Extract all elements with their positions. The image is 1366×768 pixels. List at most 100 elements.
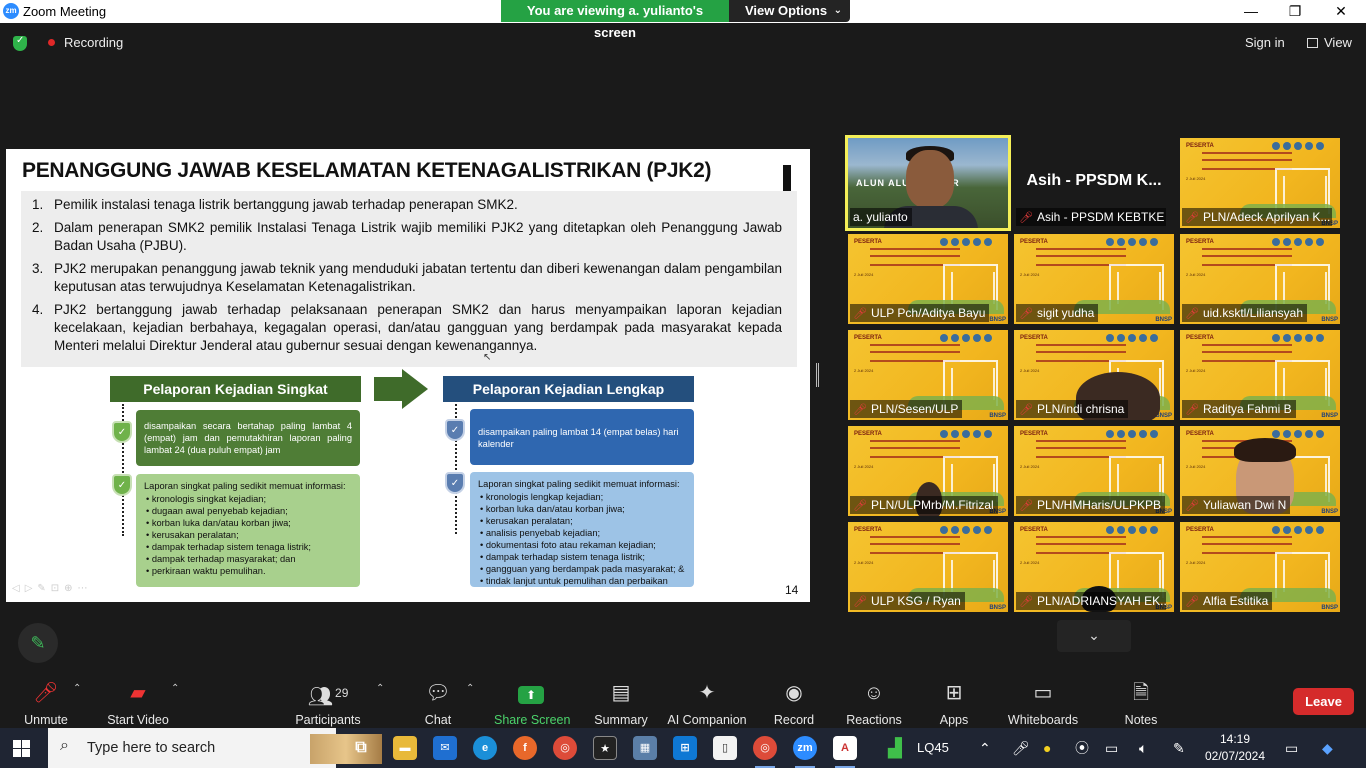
video-tile[interactable]: PESERTA 2 Juli 2024 BNSP 🎤︎ Yuliawan Dwi N: [1180, 426, 1340, 516]
battery-icon[interactable]: ▭: [1105, 728, 1118, 768]
tile-slide-date: 2 Juli 2024: [854, 464, 874, 469]
taskbar-search[interactable]: ⌕ Type here to search: [48, 728, 382, 768]
close-button[interactable]: ✕: [1318, 0, 1364, 22]
video-tile[interactable]: PESERTA2 Juli 2024 BNSP 🎤︎PLN/HMHaris/UL…: [1014, 426, 1174, 516]
clock-time: 14:19: [1219, 732, 1251, 746]
tile-slide-date: 2 Juli 2024: [854, 368, 874, 373]
reactions-button[interactable]: ☺ Reactions: [844, 680, 904, 727]
sign-in-button[interactable]: Sign in: [1245, 35, 1285, 50]
muted-mic-icon: 🎤︎: [1185, 212, 1199, 224]
chrome-profile-icon[interactable]: ◎: [753, 736, 777, 768]
video-tile[interactable]: PESERTA 2 Juli 2024 BNSP 🎤︎ PLN/indi chris…: [1014, 330, 1174, 420]
notes-label: Notes: [1124, 713, 1158, 727]
video-options-caret[interactable]: ⌃: [171, 683, 179, 694]
chat-button[interactable]: 💬︎ Chat: [418, 680, 458, 727]
video-tile[interactable]: PESERTA 2 Juli 2024 BNSP 🎤︎ ULP KSG / Ryan: [848, 522, 1008, 612]
participants-label: Participants: [295, 713, 361, 727]
participant-hair: [1234, 438, 1296, 462]
notes-button[interactable]: 🗎 Notes: [1122, 680, 1160, 727]
chat-options-caret[interactable]: ⌃: [466, 683, 474, 694]
video-tile[interactable]: PESERTA2 Juli 2024 BNSP 🎤︎PLN/ADRIANSYAH…: [1014, 522, 1174, 612]
start-video-button[interactable]: ▰ Start Video: [104, 680, 172, 727]
notifications-icon[interactable]: ▭: [1285, 728, 1298, 768]
unmute-button[interactable]: 🎤︎ Unmute: [18, 680, 74, 727]
muted-mic-icon: 🎤︎: [853, 308, 867, 320]
participants-button[interactable]: 👥︎ 29 Participants: [294, 680, 362, 727]
shared-screen[interactable]: PENANGGUNG JAWAB KESELAMATAN KETENAGALIS…: [6, 149, 810, 602]
participants-options-caret[interactable]: ⌃: [376, 683, 384, 694]
tile-slide-label: PESERTA: [854, 527, 882, 533]
encryption-shield-icon[interactable]: [13, 35, 27, 51]
apps-icon: ⊞: [945, 682, 963, 704]
camera-icon[interactable]: ⦿: [1075, 728, 1089, 768]
participant-name: 🎤︎ PLN/ADRIANSYAH EK...: [1016, 592, 1166, 610]
task-view-icon[interactable]: ⧉: [349, 736, 373, 760]
search-placeholder: Type here to search: [87, 740, 216, 756]
firefox-icon[interactable]: f: [513, 736, 537, 760]
apps-button[interactable]: ⊞ Apps: [936, 680, 972, 727]
edge-browser-icon[interactable]: e: [473, 736, 497, 760]
windows-taskbar: ⌕ Type here to search ⧉ ▬ ✉ e f ◎ ★ ▦ ⊞ …: [0, 728, 1366, 768]
slide-controls[interactable]: ◁▷✎⊡⊕⋯: [12, 583, 93, 594]
zoom-app-icon[interactable]: zm: [793, 736, 817, 768]
microphone-icon[interactable]: 🎤︎: [1012, 728, 1030, 768]
video-tile[interactable]: PESERTA 2 Juli 2024 BNSP 🎤︎ PLN/Sesen/ULP: [848, 330, 1008, 420]
taskbar-clock[interactable]: 14:19 02/07/2024: [1203, 731, 1267, 765]
windows-start-icon[interactable]: [13, 740, 30, 757]
short-report-header: Pelaporan Kejadian Singkat: [110, 376, 361, 402]
tile-slide-date: 2 Juli 2024: [1020, 560, 1040, 565]
muted-mic-icon: 🎤︎: [853, 596, 867, 608]
tile-slide-label: PESERTA: [1186, 239, 1214, 245]
whiteboards-button[interactable]: ▭ Whiteboards: [1007, 680, 1079, 727]
video-tile[interactable]: PESERTA 2 Juli 2024 BNSP 🎤︎ sigit yudha: [1014, 234, 1174, 324]
participant-name: 🎤︎ PLN/indi chrisna: [1016, 400, 1129, 418]
summary-button[interactable]: ▤ Summary: [592, 680, 650, 727]
gallery-next-page-button[interactable]: ⌄: [1057, 620, 1131, 652]
video-tile[interactable]: PESERTA 2 Juli 2024 BNSP 🎤︎ PLN/ULPMrb/M.F…: [848, 426, 1008, 516]
chrome-icon[interactable]: ◎: [553, 736, 577, 760]
video-tile[interactable]: PESERTA 2 Juli 2024 BNSP 🎤︎ ULP Pch/Aditya…: [848, 234, 1008, 324]
recording-label[interactable]: Recording: [64, 35, 123, 50]
video-tile-active-speaker[interactable]: ALUN ALUN BOGOR a. yulianto: [845, 135, 1011, 231]
video-tile[interactable]: PESERTA 2 Juli 2024 BNSP 🎤︎ Raditya Fahmi …: [1180, 330, 1340, 420]
resize-handle[interactable]: [816, 363, 819, 387]
sponsor-logos: [1272, 238, 1334, 246]
video-tile[interactable]: PESERTA 2 Juli 2024 BNSP 🎤︎ uid.ksktl/Lili…: [1180, 234, 1340, 324]
volume-icon[interactable]: 🔈︎: [1139, 728, 1147, 768]
pdf-reader-icon[interactable]: A: [833, 736, 857, 768]
record-button[interactable]: ◉ Record: [771, 680, 817, 727]
stock-chart-icon[interactable]: ▟: [888, 728, 902, 768]
viewing-message: You are viewing a. yulianto's screen: [501, 0, 729, 40]
ai-companion-button[interactable]: ✦ AI Companion: [666, 680, 748, 727]
app-icon[interactable]: ▦: [633, 736, 657, 760]
leave-button[interactable]: Leave: [1293, 688, 1354, 715]
title-bar: zm Zoom Meeting You are viewing a. yulia…: [0, 0, 1366, 40]
copilot-icon[interactable]: ◆: [1322, 728, 1333, 768]
mail-icon[interactable]: ✉: [433, 736, 457, 760]
annotate-pencil-icon[interactable]: ✎: [18, 623, 58, 663]
app-icon[interactable]: ★: [593, 736, 617, 760]
video-tile[interactable]: PESERTA 2 Juli 2024 BNSP 🎤︎ Alfia Estitika: [1180, 522, 1340, 612]
app-tray-icon[interactable]: ●: [1043, 728, 1051, 768]
file-explorer-icon[interactable]: ▬: [393, 736, 417, 760]
maximize-button[interactable]: ❐: [1272, 0, 1318, 22]
audio-options-caret[interactable]: ⌃: [73, 683, 81, 694]
short-report-deadline: disampaikan secara bertahap paling lamba…: [136, 410, 360, 466]
pen-icon[interactable]: ✎: [1173, 728, 1185, 768]
participants-icon: 👥︎ 29: [307, 686, 349, 708]
view-options-button[interactable]: View Options ⌄: [729, 0, 850, 22]
chevron-up-icon[interactable]: ⌃: [979, 728, 991, 768]
share-screen-button[interactable]: ⬆ Share Screen: [494, 680, 570, 727]
view-button[interactable]: View: [1307, 35, 1352, 50]
muted-mic-icon: 🎤︎: [1019, 500, 1033, 512]
minimize-button[interactable]: —: [1228, 0, 1274, 22]
video-tile[interactable]: PESERTA2 Juli 2024 BNSP 🎤︎PLN/Adeck Apri…: [1180, 138, 1340, 228]
store-icon[interactable]: ⊞: [673, 736, 697, 760]
document-icon[interactable]: ▯: [713, 736, 737, 760]
stock-ticker[interactable]: LQ45: [917, 728, 949, 768]
muted-mic-icon: 🎤︎: [1185, 500, 1199, 512]
full-report-contents: Laporan singkat paling sedikit memuat in…: [470, 472, 694, 587]
tile-slide-label: PESERTA: [1186, 527, 1214, 533]
muted-mic-icon: 🎤︎: [1019, 596, 1033, 608]
video-tile[interactable]: Asih - PPSDM K... 🎤︎ Asih - PPSDM KEBTKE: [1014, 138, 1174, 228]
